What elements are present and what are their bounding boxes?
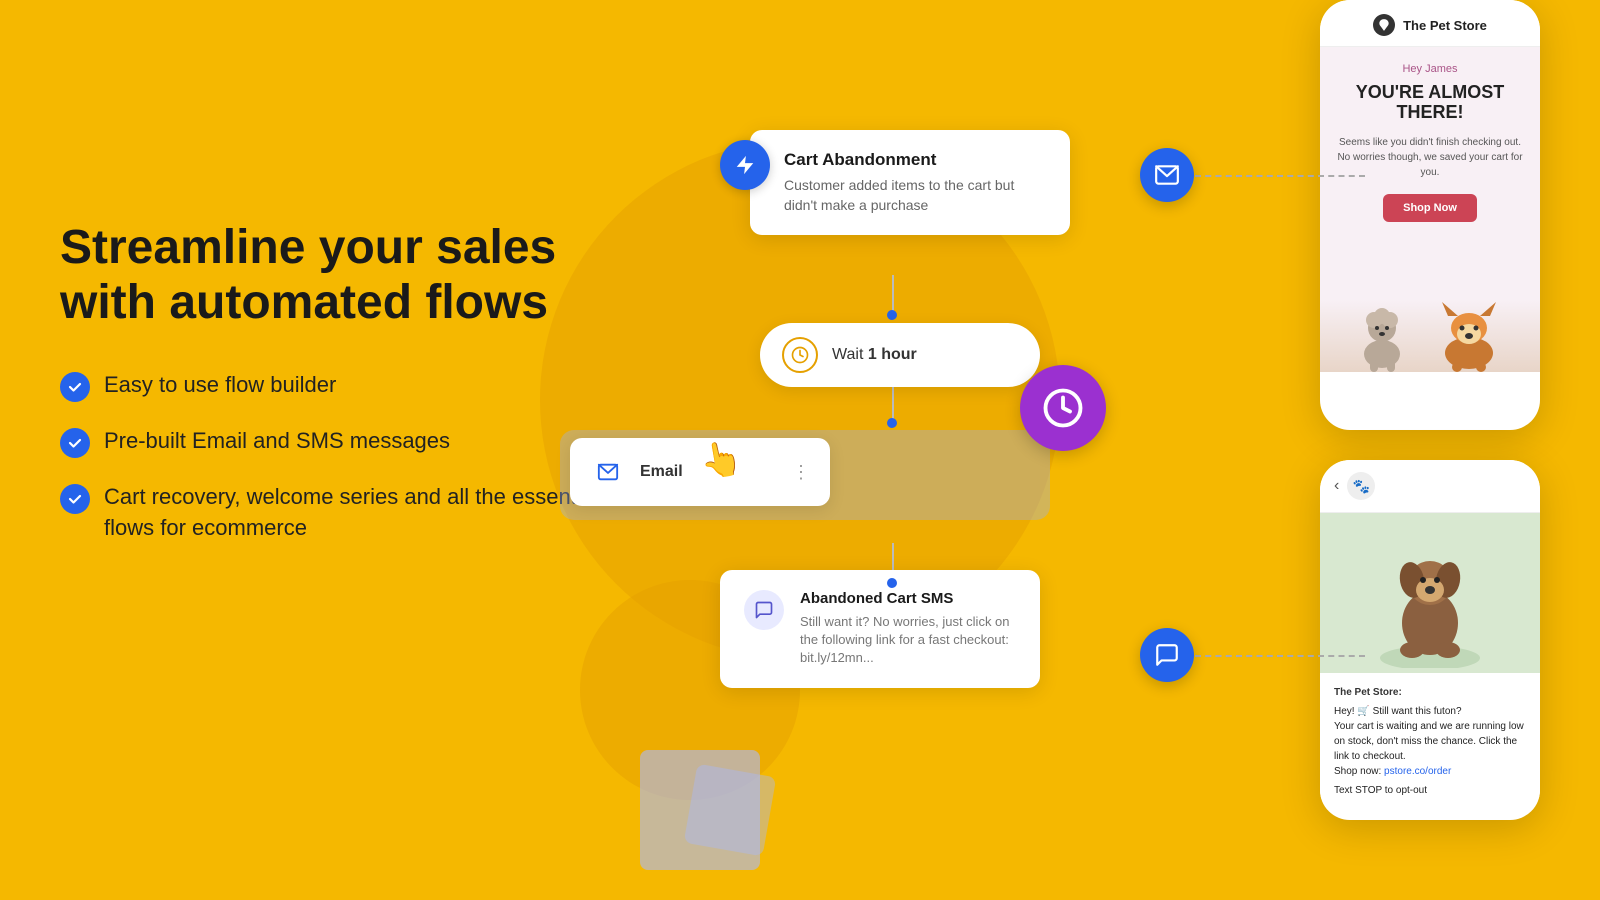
feature-item-1: Easy to use flow builder	[60, 370, 620, 402]
check-icon-2	[60, 428, 90, 458]
float-chat-icon	[1140, 628, 1194, 682]
cursor-hand: 👆	[697, 437, 746, 484]
pet-image-area	[1320, 252, 1540, 372]
poodle-dog	[1350, 282, 1420, 372]
dashed-line-top	[1195, 175, 1365, 177]
purple-clock-icon	[1020, 365, 1106, 451]
cart-abandonment-content: Cart Abandonment Customer added items to…	[784, 150, 1046, 215]
sms-shop-label: Shop now:	[1334, 766, 1384, 777]
connector-line-1	[892, 275, 894, 313]
phone-email: The Pet Store Hey James YOU'RE ALMOST TH…	[1320, 0, 1540, 430]
corgi-dog	[1430, 287, 1510, 372]
shop-now-button[interactable]: Shop Now	[1383, 194, 1477, 222]
feature-item-3: Cart recovery, welcome series and all th…	[60, 482, 620, 544]
phone-sms: ‹ 🐾 The Pet Store: He	[1320, 460, 1540, 820]
sms-card: Abandoned Cart SMS Still want it? No wor…	[720, 570, 1040, 688]
connector-dot-1	[887, 310, 897, 320]
sms-bubble-area: The Pet Store: Hey! 🛒 Still want this fu…	[1320, 673, 1540, 810]
dog-photo-area	[1320, 513, 1540, 673]
sms-icon	[744, 590, 784, 630]
check-icon-1	[60, 372, 90, 402]
connector-line-2	[892, 383, 894, 421]
feature-item-2: Pre-built Email and SMS messages	[60, 426, 620, 458]
wait-card: Wait 1 hour	[760, 323, 1040, 387]
cart-abandonment-card: Cart Abandonment Customer added items to…	[750, 130, 1070, 235]
email-icon	[590, 454, 626, 490]
sms-card-content: Abandoned Cart SMS Still want it? No wor…	[800, 590, 1016, 668]
store-logo	[1373, 14, 1395, 36]
email-menu-dots[interactable]: ⋮	[792, 462, 810, 483]
connector-dot-3	[887, 578, 897, 588]
wait-icon	[782, 337, 818, 373]
wait-text: Wait 1 hour	[832, 346, 917, 364]
cart-abandonment-card-inner: Cart Abandonment Customer added items to…	[750, 130, 1070, 235]
dashed-line-bottom	[1195, 655, 1365, 657]
sms-link: pstore.co/order	[1384, 766, 1451, 777]
connector-dot-2	[887, 418, 897, 428]
paw-icon: 🐾	[1347, 472, 1375, 500]
trigger-icon	[720, 140, 770, 190]
sms-card-wrapper: Abandoned Cart SMS Still want it? No wor…	[720, 570, 1040, 688]
left-content: Streamline your sales with automated flo…	[60, 220, 620, 544]
phone-email-headline: YOU'RE ALMOST THERE!	[1334, 83, 1526, 123]
check-icon-3	[60, 484, 90, 514]
sitting-dog-svg	[1370, 518, 1490, 668]
phone-header: The Pet Store	[1320, 0, 1540, 47]
headline: Streamline your sales with automated flo…	[60, 220, 620, 330]
feature-list: Easy to use flow builder Pre-built Email…	[60, 370, 620, 544]
float-email-icon	[1140, 148, 1194, 202]
wait-card-wrapper: Wait 1 hour	[760, 323, 1040, 387]
phone-email-body: Hey James YOU'RE ALMOST THERE! Seems lik…	[1320, 47, 1540, 252]
phone-bottom-header: ‹ 🐾	[1320, 460, 1540, 513]
blue-rect-2	[684, 764, 777, 857]
back-arrow: ‹	[1334, 477, 1339, 495]
